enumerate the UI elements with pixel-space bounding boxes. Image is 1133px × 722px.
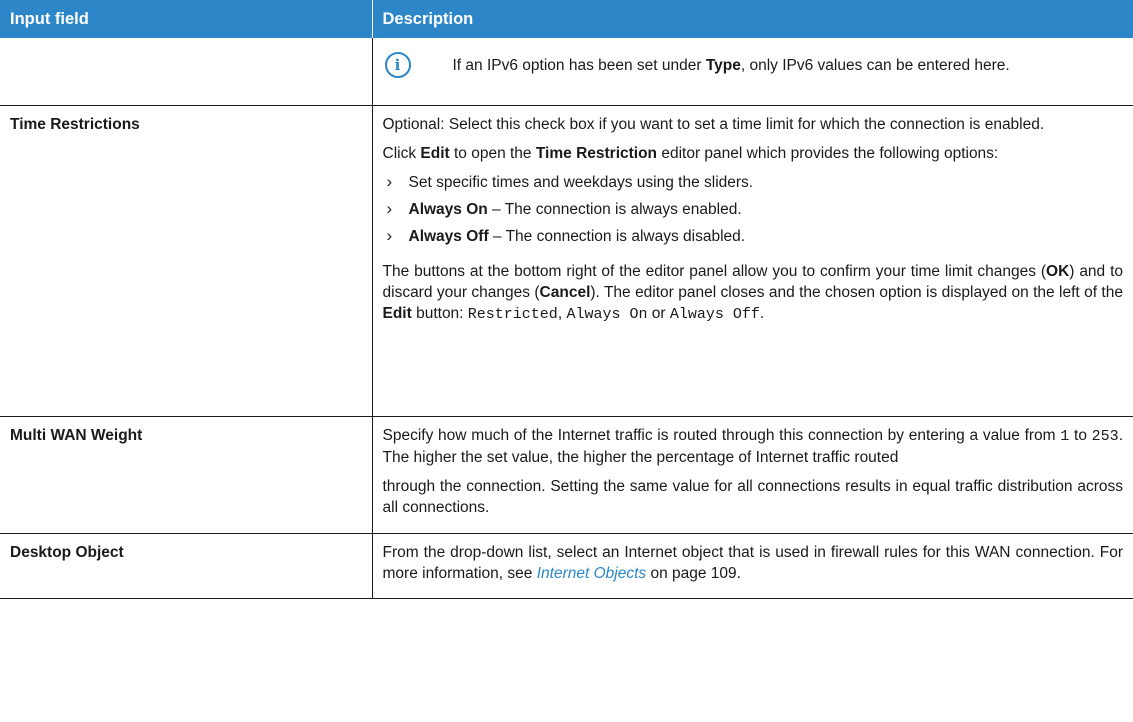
chevron-right-icon: › [386, 172, 393, 191]
internet-objects-link[interactable]: Internet Objects [537, 565, 646, 582]
table-row-multi-wan-weight: Multi WAN Weight Specify how much of the… [0, 416, 1133, 534]
info-icon: i [384, 52, 411, 78]
field-cell-empty [0, 38, 372, 106]
field-multi-wan-weight: Multi WAN Weight [0, 416, 372, 534]
note-cell: i If an IPv6 option has been set under T… [371, 38, 1133, 106]
table-row-time-restrictions: Time Restrictions Optional: Select this … [0, 105, 1133, 417]
note-text: If an IPv6 option has been set under Typ… [452, 56, 1010, 74]
mw-paragraph-1: Specify how much of the Internet traffic… [382, 427, 1124, 466]
chevron-right-icon: › [386, 199, 393, 218]
do-paragraph-1: From the drop-down list, select an Inter… [382, 544, 1124, 582]
header-input-field: Input field [0, 0, 373, 38]
tr-paragraph-2: Click Edit to open the Time Restriction … [382, 145, 999, 162]
desc-desktop-object: From the drop-down list, select an Inter… [371, 533, 1133, 599]
chevron-right-icon: › [386, 226, 393, 245]
mw-paragraph-2: through the connection. Setting the same… [382, 478, 1124, 516]
table-row-desktop-object: Desktop Object From the drop-down list, … [0, 533, 1133, 599]
parameter-table: Input field Description i If an IPv6 opt… [0, 0, 1133, 599]
field-desktop-object: Desktop Object [0, 533, 372, 599]
desc-time-restrictions: Optional: Select this check box if you w… [371, 105, 1133, 417]
header-description: Description [372, 0, 1133, 38]
list-item: › Always Off – The connection is always d… [386, 226, 746, 245]
field-time-restrictions: Time Restrictions [0, 105, 372, 417]
desc-multi-wan-weight: Specify how much of the Internet traffic… [371, 416, 1133, 534]
table-header-row: Input field Description [0, 0, 1133, 38]
options-list: › Set specific times and weekdays using t… [383, 172, 1124, 247]
tr-paragraph-1: Optional: Select this check box if you w… [382, 116, 1045, 133]
tr-paragraph-3: The buttons at the bottom right of the e… [382, 263, 1124, 323]
list-item: › Always On – The connection is always en… [386, 199, 742, 218]
info-note: i If an IPv6 option has been set under T… [383, 45, 1124, 85]
list-item: › Set specific times and weekdays using t… [386, 172, 754, 191]
table-row-note: i If an IPv6 option has been set under T… [0, 38, 1133, 106]
